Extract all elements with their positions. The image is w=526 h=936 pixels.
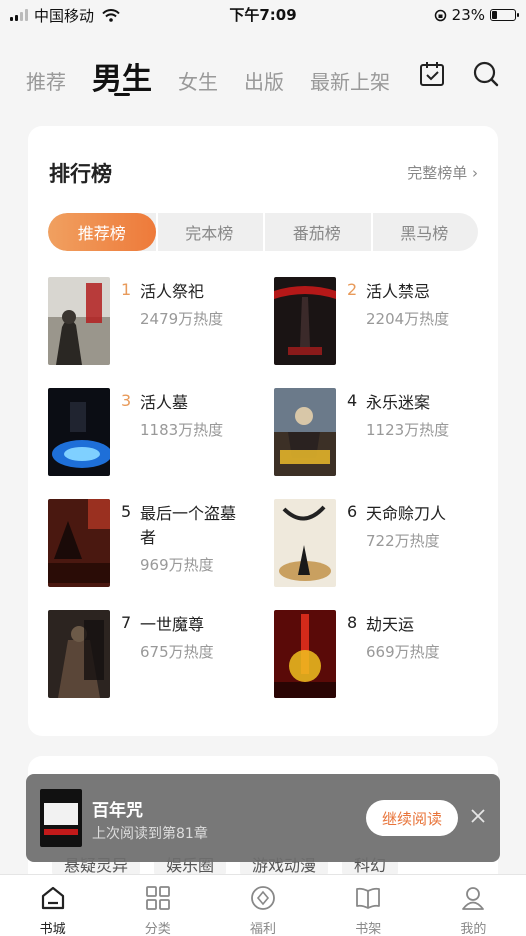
tabbar-item-profile[interactable]: 我的: [421, 875, 526, 936]
tabbar-item-bookstore[interactable]: 书城: [0, 875, 105, 936]
orientation-lock-icon: [434, 9, 446, 21]
book-item[interactable]: 3 活人墓 1183万热度: [48, 388, 268, 478]
carrier-label: 中国移动: [34, 6, 95, 25]
home-icon: [41, 886, 64, 910]
book-heat: 722万热度: [366, 532, 440, 550]
book-rank: 4: [347, 391, 358, 410]
book-rank: 7: [121, 613, 132, 632]
tabbar-label: 福利: [250, 922, 277, 936]
book-heat: 1183万热度: [140, 421, 224, 439]
calendar-check-icon[interactable]: [418, 60, 446, 88]
battery-level: [492, 11, 498, 19]
book-heat: 669万热度: [366, 643, 440, 661]
book-item[interactable]: 6 天命赊刀人 722万热度: [274, 499, 494, 589]
segment-completed[interactable]: 完本榜: [155, 213, 264, 251]
segment-recommend[interactable]: 推荐榜: [48, 213, 156, 251]
tabbar-label: 分类: [144, 922, 171, 936]
book-title: 天命赊刀人: [366, 504, 447, 523]
book-cover-image: [274, 388, 336, 476]
full-ranking-link[interactable]: 完整榜单 ›: [407, 162, 478, 183]
tab-new-arrivals[interactable]: 最新上架: [310, 66, 390, 95]
continue-reading-banner[interactable]: 百年咒 上次阅读到第81章 继续阅读: [26, 774, 500, 862]
user-icon: [462, 887, 485, 910]
tab-male[interactable]: 男生: [92, 54, 152, 98]
active-tab-indicator: [114, 93, 130, 96]
book-title: 一世魔尊: [140, 615, 205, 634]
segment-fanqie[interactable]: 番茄榜: [263, 213, 371, 251]
book-rank: 8: [347, 613, 358, 632]
ranking-segment-control: 推荐榜 完本榜 番茄榜 黑马榜: [48, 213, 478, 251]
book-item[interactable]: 7 一世魔尊 675万热度: [48, 610, 268, 700]
continue-reading-button[interactable]: 继续阅读: [366, 800, 458, 836]
book-rank: 5: [121, 502, 132, 521]
tabbar-item-bookshelf[interactable]: 书架: [316, 875, 421, 936]
book-title: 活人禁忌: [366, 282, 431, 301]
tabbar-label: 书城: [39, 922, 66, 936]
tab-female[interactable]: 女生: [178, 66, 218, 95]
book-title: 劫天运: [366, 615, 415, 634]
tabbar-label: 我的: [460, 922, 487, 936]
book-rank: 3: [121, 391, 132, 410]
status-bar: 中国移动 下午7:09 23%: [0, 0, 526, 30]
bottom-tab-bar: 书城 分类 福利 书架 我的: [0, 874, 526, 936]
book-cover-image: [48, 277, 110, 365]
tabbar-item-welfare[interactable]: 福利: [210, 875, 315, 936]
signal-icon: [10, 9, 28, 21]
book-item[interactable]: 5 最后一个盗墓者 969万热度: [48, 499, 268, 589]
wifi-icon: [102, 8, 120, 22]
ranking-card: 排行榜 完整榜单 › 推荐榜 完本榜 番茄榜 黑马榜 1 活人祭祀 2479万热…: [28, 126, 498, 736]
book-rank: 2: [347, 280, 358, 299]
ranking-title: 排行榜: [49, 162, 112, 186]
book-item[interactable]: 4 永乐迷案 1123万热度: [274, 388, 494, 478]
book-title: 最后一个盗墓者: [140, 504, 237, 547]
grid-icon: [145, 886, 170, 910]
book-heat: 969万热度: [140, 556, 214, 574]
book-cover-image: [274, 610, 336, 698]
book-item[interactable]: 2 活人禁忌 2204万热度: [274, 277, 494, 367]
book-title: 活人祭祀: [140, 282, 205, 301]
book-heat: 675万热度: [140, 643, 214, 661]
book-rank: 6: [347, 502, 358, 521]
banner-progress-text: 上次阅读到第81章: [92, 826, 208, 842]
tabbar-item-category[interactable]: 分类: [105, 875, 210, 936]
book-cover-image: [48, 610, 110, 698]
book-item[interactable]: 1 活人祭祀 2479万热度: [48, 277, 268, 367]
book-heat: 2479万热度: [140, 310, 224, 328]
book-cover-image: [48, 499, 110, 587]
segment-dark-horse[interactable]: 黑马榜: [370, 213, 479, 251]
book-heat: 2204万热度: [366, 310, 450, 328]
close-icon[interactable]: [470, 808, 486, 824]
book-item[interactable]: 8 劫天运 669万热度: [274, 610, 494, 700]
book-cover-image: [274, 277, 336, 365]
book-rank: 1: [121, 280, 132, 299]
channel-tabs: 推荐 男生 女生 出版 最新上架: [0, 46, 526, 106]
banner-book-cover-image: [40, 789, 82, 847]
tab-publishing[interactable]: 出版: [244, 66, 284, 95]
battery-percent: 23%: [451, 6, 485, 24]
book-cover-image: [274, 499, 336, 587]
book-icon: [356, 887, 381, 909]
book-title: 永乐迷案: [366, 393, 431, 412]
banner-book-title: 百年咒: [92, 801, 143, 821]
tab-recommend[interactable]: 推荐: [26, 66, 66, 95]
book-cover-image: [48, 388, 110, 476]
search-icon[interactable]: [472, 60, 500, 88]
book-heat: 1123万热度: [366, 421, 450, 439]
battery-icon: [490, 9, 519, 21]
book-title: 活人墓: [140, 393, 189, 412]
coin-icon: [251, 886, 275, 910]
tabbar-label: 书架: [355, 922, 382, 936]
